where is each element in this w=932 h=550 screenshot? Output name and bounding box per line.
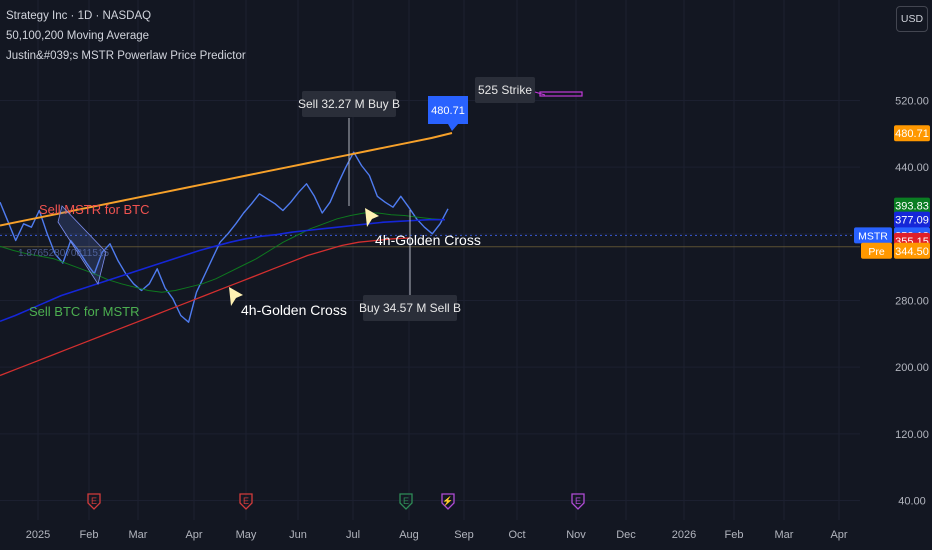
- price-label: 377.09: [895, 215, 929, 227]
- x-tick-label: Feb: [725, 529, 744, 541]
- x-tick-label: 2025: [26, 529, 50, 541]
- currency-button[interactable]: USD: [896, 6, 928, 32]
- x-tick-label: Apr: [830, 529, 847, 541]
- annotation-sell-btc: Sell BTC for MSTR: [29, 304, 140, 319]
- price-tag: Pre: [868, 246, 885, 258]
- symbol-title: Strategy Inc · 1D · NASDAQ: [6, 10, 152, 22]
- price-label: 480.71: [895, 128, 929, 140]
- x-tick-label: Aug: [399, 529, 419, 541]
- y-tick-label: 520.00: [895, 96, 929, 108]
- x-tick-label: Oct: [508, 529, 525, 541]
- indicator-moving-average[interactable]: 50,100,200 Moving Average: [6, 30, 149, 42]
- annotation-wedge: [57, 205, 107, 285]
- y-tick-label: 200.00: [895, 362, 929, 374]
- x-tick-label: Jun: [289, 529, 307, 541]
- event-marker-letter: E: [575, 496, 581, 506]
- annotation-sell-mstr: Sell MSTR for BTC: [39, 202, 150, 217]
- callout-buy-sell: Buy 34.57 M Sell B: [359, 301, 461, 315]
- y-tick-label: 40.00: [898, 496, 926, 508]
- x-tick-label: Mar: [129, 529, 148, 541]
- event-marker-letter: ⚡: [442, 495, 453, 507]
- event-marker-letter: E: [91, 496, 97, 506]
- x-tick-label: Mar: [775, 529, 794, 541]
- price-chart[interactable]: 40.00120.00200.00280.00360.00440.00520.0…: [0, 0, 932, 550]
- y-tick-label: 120.00: [895, 429, 929, 441]
- x-tick-label: May: [236, 529, 257, 541]
- callout-sell-buy: Sell 32.27 M Buy B: [298, 97, 400, 111]
- x-tick-label: Nov: [566, 529, 586, 541]
- x-tick-label: 2026: [672, 529, 696, 541]
- price-label: 393.83: [895, 201, 929, 213]
- event-marker-letter: E: [403, 496, 409, 506]
- price-tag: MSTR: [858, 230, 888, 242]
- golden-cross-label: 4h-Golden Cross: [375, 232, 481, 248]
- y-tick-label: 280.00: [895, 296, 929, 308]
- price-label: 344.50: [895, 246, 929, 258]
- y-tick-label: 440.00: [895, 162, 929, 174]
- strike-label: 525 Strike: [478, 83, 532, 97]
- x-tick-label: Apr: [185, 529, 202, 541]
- x-tick-label: Sep: [454, 529, 474, 541]
- x-tick-label: Dec: [616, 529, 636, 541]
- indicator-powerlaw[interactable]: Justin&#039;s MSTR Powerlaw Price Predic…: [6, 50, 246, 62]
- event-marker-letter: E: [243, 496, 249, 506]
- x-tick-label: Jul: [346, 529, 360, 541]
- price-flag-label: 480.71: [431, 105, 465, 117]
- x-tick-label: Feb: [80, 529, 99, 541]
- golden-cross-label: 4h-Golden Cross: [241, 302, 347, 318]
